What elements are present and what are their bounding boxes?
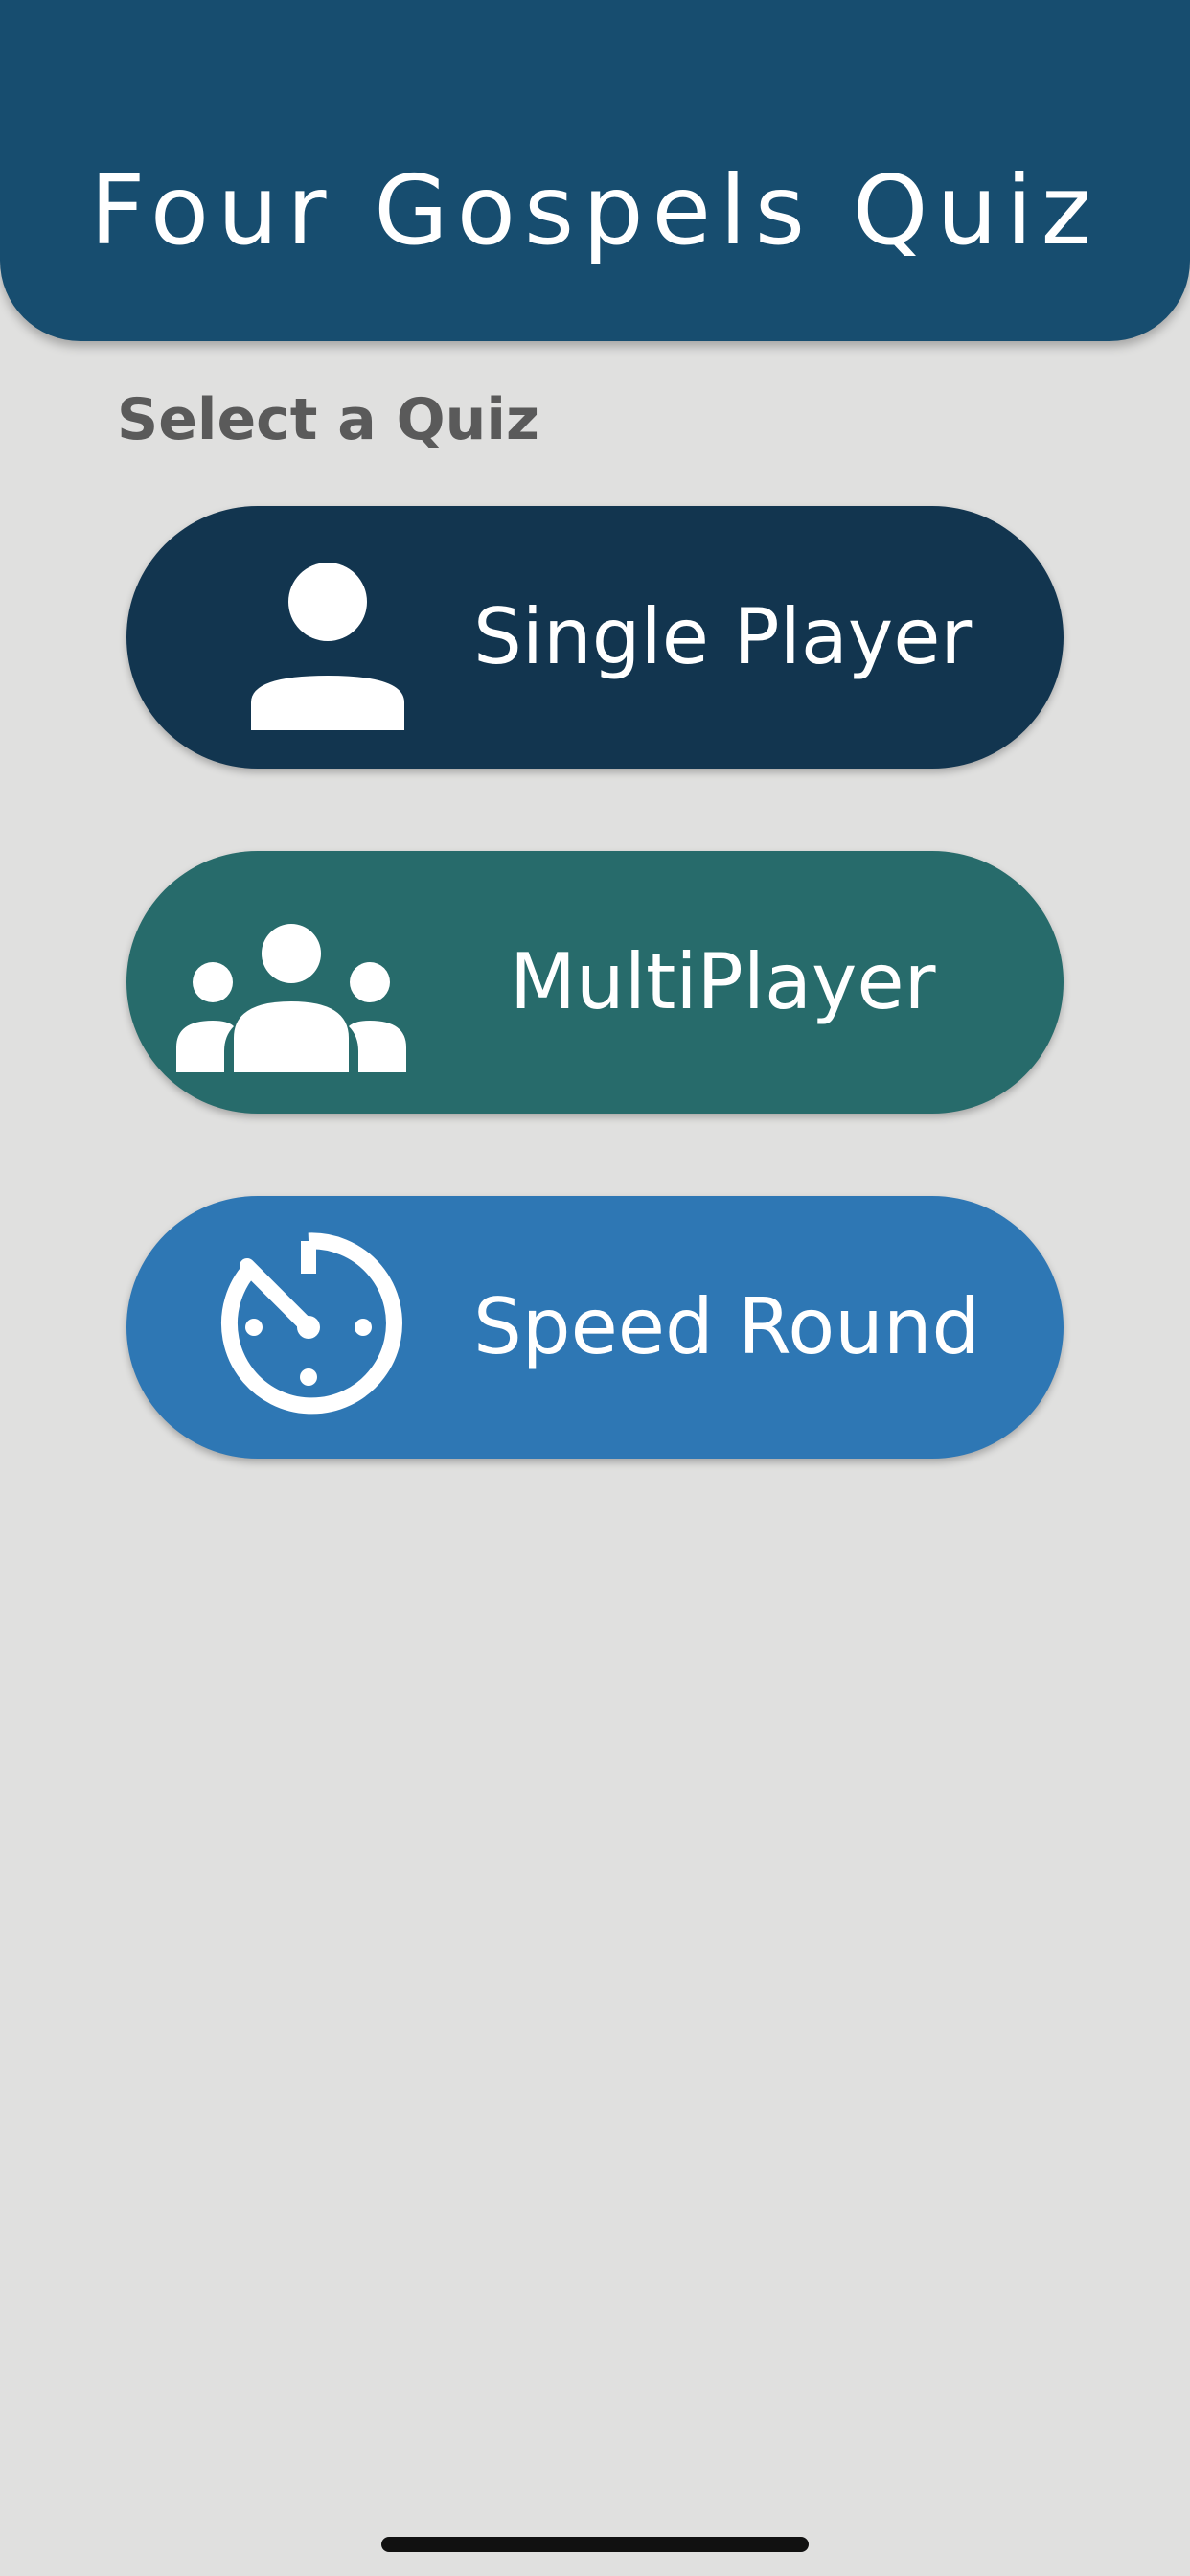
page-title: Four Gospels Quiz [89,154,1101,266]
app-header: Four Gospels Quiz [0,0,1190,341]
multiplayer-label: MultiPlayer [510,937,936,1026]
single-player-label: Single Player [473,592,973,681]
speed-round-label: Speed Round [473,1282,981,1371]
timer-icon [213,1231,404,1423]
single-player-button[interactable]: Single Player [126,506,1064,769]
section-label: Select a Quiz [117,386,539,453]
speed-round-button[interactable]: Speed Round [126,1196,1064,1459]
group-icon [176,886,406,1078]
person-icon [232,541,423,733]
home-indicator[interactable] [381,2537,809,2552]
multiplayer-button[interactable]: MultiPlayer [126,851,1064,1114]
